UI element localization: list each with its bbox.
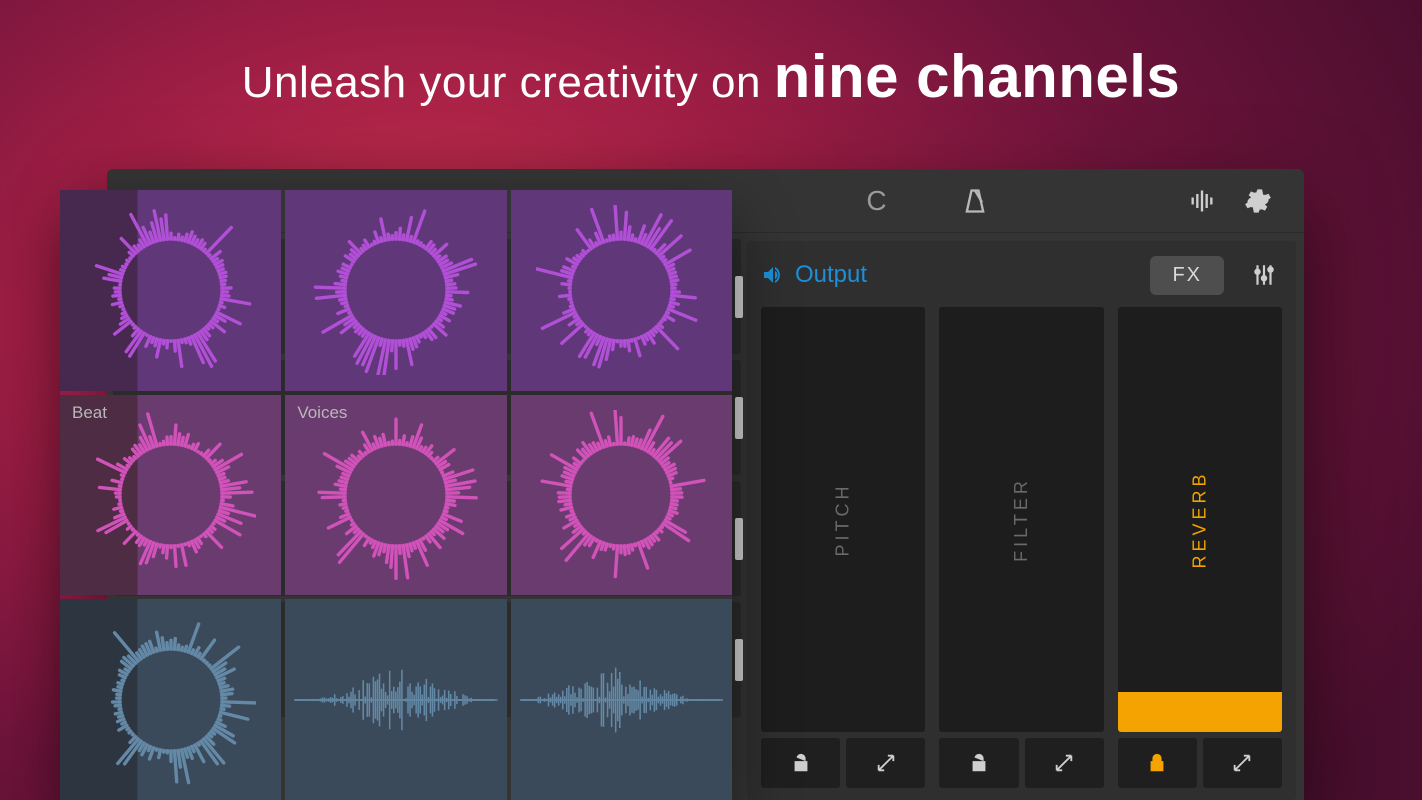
fx-column-pitch: PITCH (761, 307, 925, 788)
loop-pad[interactable]: Voices (285, 395, 506, 596)
lock-button[interactable] (761, 738, 840, 788)
fx-level-indicator (1118, 692, 1282, 732)
fx-track-filter[interactable]: FILTER (939, 307, 1103, 732)
fx-track-reverb[interactable]: REVERB (1118, 307, 1282, 732)
waveform-linear-icon (520, 660, 724, 740)
headline-bold: nine channels (774, 43, 1181, 110)
loop-pad[interactable] (60, 599, 281, 800)
waveform-circular-icon (86, 615, 256, 785)
waveform-circular-icon (86, 205, 256, 375)
lock-button[interactable] (939, 738, 1018, 788)
expand-icon (1053, 752, 1075, 774)
pad-label: Voices (297, 403, 347, 423)
song-key[interactable]: C (866, 185, 886, 217)
expand-icon (875, 752, 897, 774)
loop-pad[interactable] (511, 190, 732, 391)
output-panel: Output FX PITCH (747, 241, 1296, 800)
fx-row: PITCH FILTER (761, 307, 1282, 788)
loop-pad-grid: Beat Voices (60, 190, 732, 800)
tuner-button[interactable] (1174, 177, 1230, 225)
fx-footer (939, 738, 1103, 788)
waveform-circular-icon (311, 410, 481, 580)
loop-pad[interactable] (285, 190, 506, 391)
loop-pad[interactable] (511, 599, 732, 800)
loop-pad[interactable] (285, 599, 506, 800)
lock-icon (1146, 752, 1168, 774)
output-header: Output FX (761, 255, 1282, 295)
waveform-circular-icon (86, 410, 256, 580)
fx-footer (761, 738, 925, 788)
mixer-button[interactable] (1246, 257, 1282, 293)
loop-pad[interactable] (60, 190, 281, 391)
fx-button[interactable]: FX (1150, 256, 1224, 295)
fx-column-reverb: REVERB (1118, 307, 1282, 788)
output-label[interactable]: Output (761, 261, 867, 289)
expand-button[interactable] (1025, 738, 1104, 788)
fx-track-pitch[interactable]: PITCH (761, 307, 925, 732)
fx-footer (1118, 738, 1282, 788)
unlock-icon (790, 752, 812, 774)
unlock-icon (968, 752, 990, 774)
waveform-circular-icon (536, 410, 706, 580)
fx-track-label: REVERB (1189, 470, 1210, 568)
speaker-icon (761, 263, 785, 287)
headline-pre: Unleash your creativity on (242, 58, 774, 107)
waveform-linear-icon (294, 660, 498, 740)
pad-label: Beat (72, 403, 107, 423)
settings-button[interactable] (1230, 177, 1286, 225)
fx-column-filter: FILTER (939, 307, 1103, 788)
output-label-text: Output (795, 261, 867, 289)
loop-pad[interactable] (511, 395, 732, 596)
fx-track-label: PITCH (833, 483, 854, 557)
expand-button[interactable] (846, 738, 925, 788)
fx-track-label: FILTER (1011, 477, 1032, 562)
waveform-circular-icon (311, 205, 481, 375)
loop-pad[interactable]: Beat (60, 395, 281, 596)
promo-headline: Unleash your creativity on nine channels (0, 42, 1422, 111)
metronome-button[interactable] (947, 177, 1003, 225)
waveform-circular-icon (536, 205, 706, 375)
lock-button[interactable] (1118, 738, 1197, 788)
expand-icon (1231, 752, 1253, 774)
expand-button[interactable] (1203, 738, 1282, 788)
